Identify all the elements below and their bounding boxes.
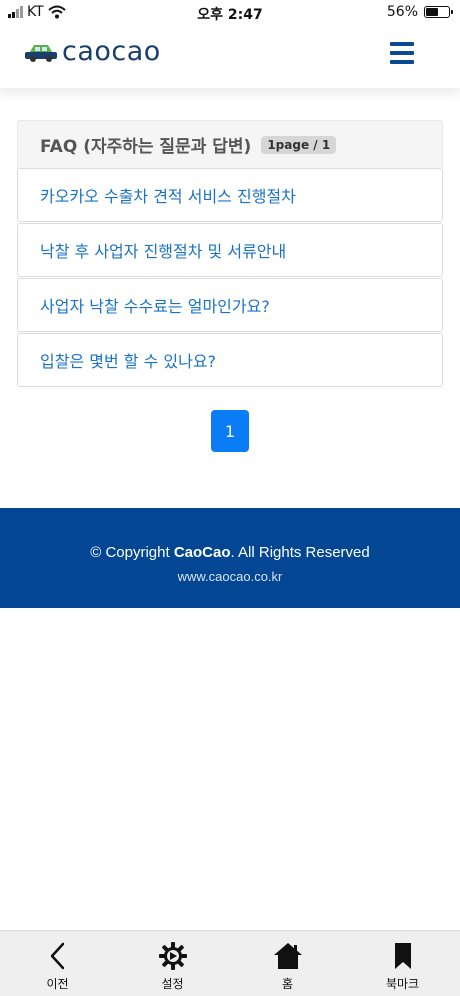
tab-home[interactable]: 홈: [230, 931, 345, 996]
bottom-tab-bar: 이전 설정 홈 북마크: [0, 930, 460, 996]
bookmark-icon: [388, 941, 418, 971]
copyright-brand: CaoCao: [173, 544, 231, 561]
faq-item[interactable]: 사업자 낙찰 수수료는 얼마인가요?: [17, 278, 443, 332]
faq-header: FAQ (자주하는 질문과 답변) 1page / 1: [17, 120, 443, 168]
battery-fill: [426, 8, 439, 16]
copyright-suffix: . All Rights Reserved: [230, 544, 370, 561]
tab-settings[interactable]: 설정: [115, 931, 230, 996]
site-footer: © Copyright CaoCao. All Rights Reserved …: [0, 508, 460, 608]
logo-text: caocao: [62, 36, 161, 67]
page-badge: 1page / 1: [261, 135, 337, 154]
back-chevron-icon: [43, 941, 73, 971]
tab-label: 북마크: [385, 977, 420, 991]
battery-percent: 56%: [386, 4, 418, 20]
battery-icon: [424, 6, 453, 18]
status-right: 56%: [386, 4, 453, 20]
logo[interactable]: caocao: [24, 36, 161, 67]
faq-title: FAQ (자주하는 질문과 답변): [40, 137, 252, 157]
tab-label: 이전: [46, 977, 69, 991]
app-header: caocao: [0, 26, 460, 88]
tab-back[interactable]: 이전: [0, 931, 115, 996]
pagination: 1: [211, 410, 249, 452]
hamburger-menu-icon[interactable]: [390, 42, 414, 64]
faq-item[interactable]: 입찰은 몇번 할 수 있나요?: [17, 333, 443, 387]
faq-item[interactable]: 낙찰 후 사업자 진행절차 및 서류안내: [17, 223, 443, 277]
footer-url[interactable]: www.caocao.co.kr: [0, 569, 460, 584]
faq-list: 카오카오 수출차 견적 서비스 진행절차 낙찰 후 사업자 진행절차 및 서류안…: [17, 168, 443, 387]
page-button-1[interactable]: 1: [211, 410, 249, 452]
tab-label: 홈: [281, 977, 294, 991]
status-bar: KT 오후 2:47 56%: [0, 0, 460, 26]
footer-copyright: © Copyright CaoCao. All Rights Reserved: [0, 544, 460, 561]
tab-bookmark[interactable]: 북마크: [345, 931, 460, 996]
tab-label: 설정: [161, 977, 184, 991]
home-icon: [273, 941, 303, 971]
faq-item[interactable]: 카오카오 수출차 견적 서비스 진행절차: [17, 168, 443, 222]
copyright-prefix: © Copyright: [90, 544, 174, 561]
faq-panel: FAQ (자주하는 질문과 답변) 1page / 1 카오카오 수출차 견적 …: [17, 120, 443, 388]
gear-icon: [158, 941, 188, 971]
car-logo-icon: [25, 44, 57, 62]
